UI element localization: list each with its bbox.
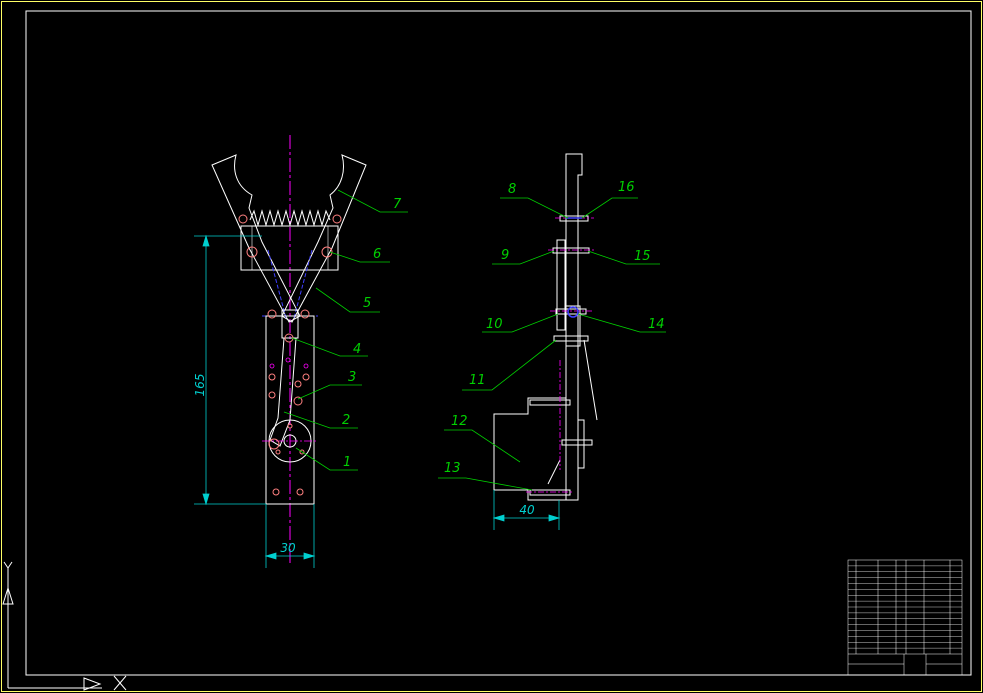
ucs-y-letter — [7, 561, 13, 569]
bolt-icon — [275, 449, 281, 455]
bolt-icon — [529, 489, 571, 496]
leader-8 — [500, 197, 569, 219]
bolt-icon — [268, 391, 276, 399]
part-number-2: 2 — [342, 413, 350, 428]
part-number-6: 6 — [373, 247, 381, 262]
bom-rows — [848, 565, 962, 649]
front-view: 165 30 — [193, 135, 367, 568]
dimension-height — [194, 234, 266, 506]
side-lower-flange — [577, 419, 585, 469]
part-number-5: 5 — [363, 296, 371, 311]
connecting-rod — [269, 337, 297, 447]
bolt-icon — [553, 335, 589, 342]
pin-icon — [303, 363, 309, 369]
motor-block-chamfer — [547, 459, 561, 485]
bolt-icon — [267, 309, 277, 319]
right-jaw — [281, 154, 367, 323]
dim-arrow — [264, 552, 277, 560]
bolt-icon — [332, 214, 342, 224]
dimension-width-value: 30 — [280, 541, 296, 555]
leader-3 — [297, 384, 362, 400]
title-block — [847, 559, 963, 676]
part-number-15: 15 — [634, 249, 651, 264]
drawing-frame — [25, 10, 972, 676]
pin-icon — [285, 357, 291, 363]
leader-16 — [581, 197, 638, 219]
dimension-side-width-value: 40 — [519, 503, 535, 517]
part-number-1: 1 — [343, 455, 351, 470]
part-number-4: 4 — [353, 342, 361, 357]
bolt-icon — [529, 399, 571, 406]
bolt-icon — [552, 247, 590, 254]
cad-drawing-sheet: 165 30 40 1 2 3 4 5 6 7 8 9 10 11 12 13 … — [1, 1, 982, 692]
dim-arrow — [492, 514, 505, 522]
ucs-y-letter — [3, 561, 9, 569]
side-hidden — [566, 217, 582, 318]
leader-12 — [444, 429, 521, 463]
bolt-icon — [302, 373, 310, 381]
sheet-outer-border — [1, 1, 982, 692]
part-number-7: 7 — [393, 197, 402, 212]
bolt-icon — [294, 380, 302, 388]
dim-arrow — [202, 234, 210, 247]
part-number-10: 10 — [486, 317, 503, 332]
bolt-icon — [268, 373, 276, 381]
dimension-height-value: 165 — [193, 374, 207, 397]
part-number-16: 16 — [618, 180, 635, 195]
left-jaw — [211, 154, 301, 323]
part-number-13: 13 — [444, 461, 461, 476]
leader-lines — [283, 189, 666, 491]
dim-arrow — [202, 493, 210, 506]
part-number-14: 14 — [648, 317, 665, 332]
dim-arrow — [548, 514, 561, 522]
dim-arrow — [303, 552, 316, 560]
title-block-frame — [847, 559, 963, 676]
bolt-icon — [555, 308, 587, 315]
bolt-icon — [272, 488, 280, 496]
leader-13 — [438, 477, 533, 491]
part-number-9: 9 — [501, 248, 509, 263]
side-bolts — [529, 215, 593, 496]
part-number-labels: 1 2 3 4 5 6 7 8 9 10 11 12 13 14 15 16 — [342, 180, 665, 476]
side-slanted-link — [583, 339, 598, 421]
bolt-icon — [296, 488, 304, 496]
side-view: 40 — [492, 153, 598, 530]
part-number-12: 12 — [451, 414, 468, 429]
bolt-icon — [300, 309, 310, 319]
bolt-icon — [238, 214, 248, 224]
pin-set — [269, 357, 309, 369]
part-number-11: 11 — [469, 373, 486, 388]
part-number-8: 8 — [508, 182, 516, 197]
pin-icon — [269, 363, 275, 369]
part-number-3: 3 — [348, 370, 356, 385]
ucs-icon — [2, 561, 127, 691]
